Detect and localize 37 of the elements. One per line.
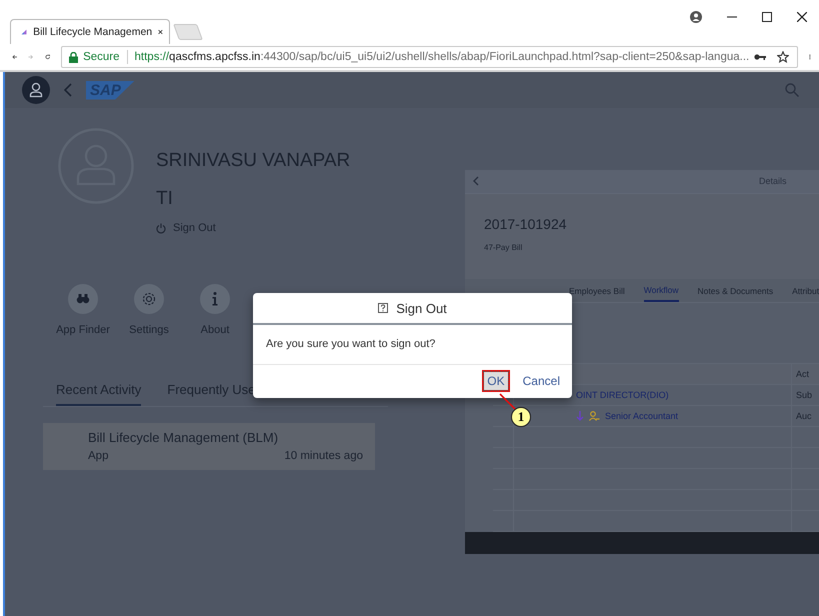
- secure-label: Secure: [83, 51, 120, 63]
- activity-time: 10 minutes ago: [284, 450, 363, 462]
- star-icon[interactable]: [777, 51, 790, 63]
- activity-card[interactable]: Bill Lifecycle Management (BLM) App 10 minutes ago: [43, 423, 375, 470]
- maximize-icon[interactable]: [762, 12, 772, 22]
- app-icon: [21, 27, 28, 37]
- table-cell-text: Sub: [795, 389, 812, 402]
- details-tab[interactable]: Notes & Documents: [698, 279, 774, 302]
- person-icon: [589, 411, 600, 422]
- details-tab[interactable]: Employees Bill: [569, 279, 625, 302]
- approver-link[interactable]: OINT DIRECTOR(DIO): [576, 390, 669, 400]
- app-type: App: [88, 450, 108, 462]
- close-icon[interactable]: [797, 12, 807, 22]
- address-field[interactable]: Secure https://qascfms.apcfss.in:44300/sap/bc/ui5_ui5/ui2/ushell/shells/abap/FioriLaunchpad.html?sap-client=250&sap-langua...: [61, 46, 798, 68]
- close-icon[interactable]: [158, 28, 163, 36]
- table-cell-text: Auc: [795, 410, 812, 424]
- dialog-message: Are you sure you want to sign out?: [253, 325, 572, 365]
- document-number: 2017-101924: [484, 216, 568, 232]
- key-icon[interactable]: [754, 53, 766, 61]
- approver-link[interactable]: Senior Accountant: [605, 411, 678, 422]
- ok-button[interactable]: OK: [482, 370, 510, 392]
- down-arrow-icon: [576, 411, 584, 422]
- dialog-button[interactable]: Cancel: [520, 372, 563, 390]
- lock-icon: [69, 52, 78, 62]
- browser-tab[interactable]: Bill Lifecycle Managemen: [10, 19, 170, 44]
- dialog-title: Sign Out: [396, 300, 447, 316]
- url-text: https://qascfms.apcfss.in:44300/sap/bc/ui5_ui5/ui2/ushell/shells/abap/FioriLaunchpad.html?sap-client=250&sap-langua...: [134, 51, 750, 63]
- account-icon[interactable]: [690, 11, 702, 23]
- app-title: Bill Lifecycle Management (BLM): [88, 430, 280, 445]
- settings-icon: [141, 291, 157, 307]
- column-header: Act: [795, 368, 810, 382]
- details-tab[interactable]: Workflow: [644, 279, 679, 302]
- document-type: 47-Pay Bill: [484, 242, 524, 252]
- user-avatar-icon[interactable]: [22, 76, 50, 104]
- question-icon: [378, 303, 388, 313]
- power-icon: [156, 222, 166, 234]
- details-tab[interactable]: Attribut: [792, 279, 819, 302]
